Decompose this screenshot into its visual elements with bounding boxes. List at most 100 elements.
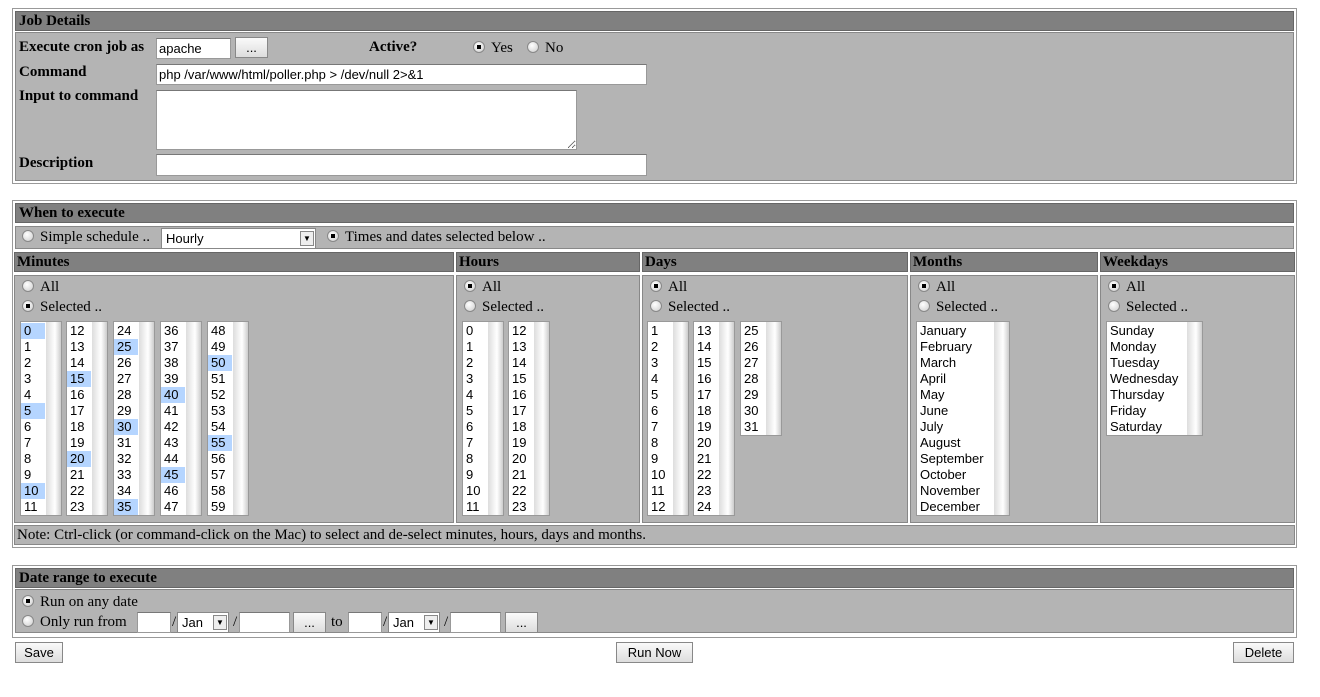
list-option[interactable]: 7	[648, 419, 672, 435]
list-option[interactable]: Thursday	[1107, 387, 1186, 403]
days-selected-radio[interactable]: Selected ..	[650, 299, 730, 316]
list-option[interactable]: 17	[67, 403, 91, 419]
list-option[interactable]: 55	[208, 435, 232, 451]
list-option[interactable]: 14	[509, 355, 533, 371]
list-option[interactable]: 7	[21, 435, 45, 451]
minutes-listbox[interactable]: 48 49 50 51 52 53 54 55 56 57 58 59	[207, 321, 249, 516]
list-option[interactable]: January	[917, 323, 993, 339]
list-option[interactable]: 0	[463, 323, 487, 339]
hours-listbox[interactable]: 0 1 2 3 4 5 6 7 8 9 10 11	[462, 321, 504, 516]
list-option[interactable]: 42	[161, 419, 185, 435]
list-option[interactable]: 46	[161, 483, 185, 499]
list-option[interactable]: 22	[694, 467, 718, 483]
list-option[interactable]: 19	[67, 435, 91, 451]
scrollbar[interactable]	[139, 322, 154, 515]
minutes-selected-radio[interactable]: Selected ..	[22, 299, 102, 316]
list-option[interactable]: 6	[463, 419, 487, 435]
list-option[interactable]: Monday	[1107, 339, 1186, 355]
list-option[interactable]: 17	[509, 403, 533, 419]
days-all-radio[interactable]: All	[650, 279, 687, 296]
save-button[interactable]: Save	[15, 642, 63, 663]
list-option[interactable]: 12	[67, 323, 91, 339]
list-option[interactable]: 18	[694, 403, 718, 419]
list-option[interactable]: 0	[21, 323, 45, 339]
to-day-input[interactable]	[348, 612, 382, 633]
list-option[interactable]: May	[917, 387, 993, 403]
list-option[interactable]: 30	[114, 419, 138, 435]
scrollbar[interactable]	[994, 322, 1009, 515]
list-option[interactable]: 48	[208, 323, 232, 339]
list-option[interactable]: 22	[67, 483, 91, 499]
list-option[interactable]: August	[917, 435, 993, 451]
list-option[interactable]: 5	[648, 387, 672, 403]
list-option[interactable]: 3	[648, 355, 672, 371]
from-day-input[interactable]	[137, 612, 171, 633]
scrollbar[interactable]	[186, 322, 201, 515]
list-option[interactable]: 31	[741, 419, 765, 435]
list-option[interactable]: 32	[114, 451, 138, 467]
days-listbox[interactable]: 13 14 15 16 17 18 19 20 21 22 23 24	[693, 321, 735, 516]
list-option[interactable]: 16	[694, 371, 718, 387]
list-option[interactable]: 45	[161, 467, 185, 483]
list-option[interactable]: 19	[694, 419, 718, 435]
active-no-radio[interactable]: No	[527, 40, 563, 57]
weekdays-selected-radio[interactable]: Selected ..	[1108, 299, 1188, 316]
list-option[interactable]: 10	[21, 483, 45, 499]
list-option[interactable]: 49	[208, 339, 232, 355]
command-input[interactable]	[156, 64, 647, 85]
scrollbar[interactable]	[719, 322, 734, 515]
list-option[interactable]: 21	[509, 467, 533, 483]
list-option[interactable]: 44	[161, 451, 185, 467]
scrollbar[interactable]	[92, 322, 107, 515]
list-option[interactable]: 20	[694, 435, 718, 451]
list-option[interactable]: 27	[741, 355, 765, 371]
from-month-select[interactable]: Jan ▼	[177, 612, 229, 633]
list-option[interactable]: 28	[114, 387, 138, 403]
list-option[interactable]: 8	[21, 451, 45, 467]
list-option[interactable]: 39	[161, 371, 185, 387]
list-option[interactable]: November	[917, 483, 993, 499]
from-date-browse-button[interactable]: ...	[293, 612, 326, 633]
list-option[interactable]: 1	[648, 323, 672, 339]
list-option[interactable]: 28	[741, 371, 765, 387]
list-option[interactable]: 41	[161, 403, 185, 419]
list-option[interactable]: 25	[741, 323, 765, 339]
list-option[interactable]: 13	[67, 339, 91, 355]
list-option[interactable]: 24	[694, 499, 718, 515]
list-option[interactable]: 35	[114, 499, 138, 515]
list-option[interactable]: 8	[463, 451, 487, 467]
list-option[interactable]: 23	[509, 499, 533, 515]
list-option[interactable]: 15	[509, 371, 533, 387]
list-option[interactable]: December	[917, 499, 993, 515]
list-option[interactable]: 8	[648, 435, 672, 451]
list-option[interactable]: Tuesday	[1107, 355, 1186, 371]
list-option[interactable]: 18	[67, 419, 91, 435]
list-option[interactable]: 29	[114, 403, 138, 419]
list-option[interactable]: 11	[648, 483, 672, 499]
list-option[interactable]: 10	[648, 467, 672, 483]
list-option[interactable]: 2	[648, 339, 672, 355]
list-option[interactable]: 47	[161, 499, 185, 515]
list-option[interactable]: 14	[694, 339, 718, 355]
from-year-input[interactable]	[239, 612, 290, 633]
list-option[interactable]: 19	[509, 435, 533, 451]
minutes-listbox[interactable]: 12 13 14 15 16 17 18 19 20 21 22 23	[66, 321, 108, 516]
minutes-listbox[interactable]: 24 25 26 27 28 29 30 31 32 33 34 35	[113, 321, 155, 516]
list-option[interactable]: 9	[648, 451, 672, 467]
list-option[interactable]: 29	[741, 387, 765, 403]
list-option[interactable]: 12	[648, 499, 672, 515]
minutes-listbox[interactable]: 36 37 38 39 40 41 42 43 44 45 46 47	[160, 321, 202, 516]
list-option[interactable]: February	[917, 339, 993, 355]
list-option[interactable]: 5	[463, 403, 487, 419]
scrollbar[interactable]	[766, 322, 781, 435]
list-option[interactable]: 38	[161, 355, 185, 371]
to-month-select[interactable]: Jan ▼	[388, 612, 440, 633]
active-yes-radio[interactable]: Yes	[473, 40, 513, 57]
list-option[interactable]: 5	[21, 403, 45, 419]
list-option[interactable]: 2	[21, 355, 45, 371]
list-option[interactable]: 7	[463, 435, 487, 451]
list-option[interactable]: 3	[463, 371, 487, 387]
any-date-radio[interactable]: Run on any date	[22, 594, 138, 611]
list-option[interactable]: September	[917, 451, 993, 467]
list-option[interactable]: 20	[67, 451, 91, 467]
